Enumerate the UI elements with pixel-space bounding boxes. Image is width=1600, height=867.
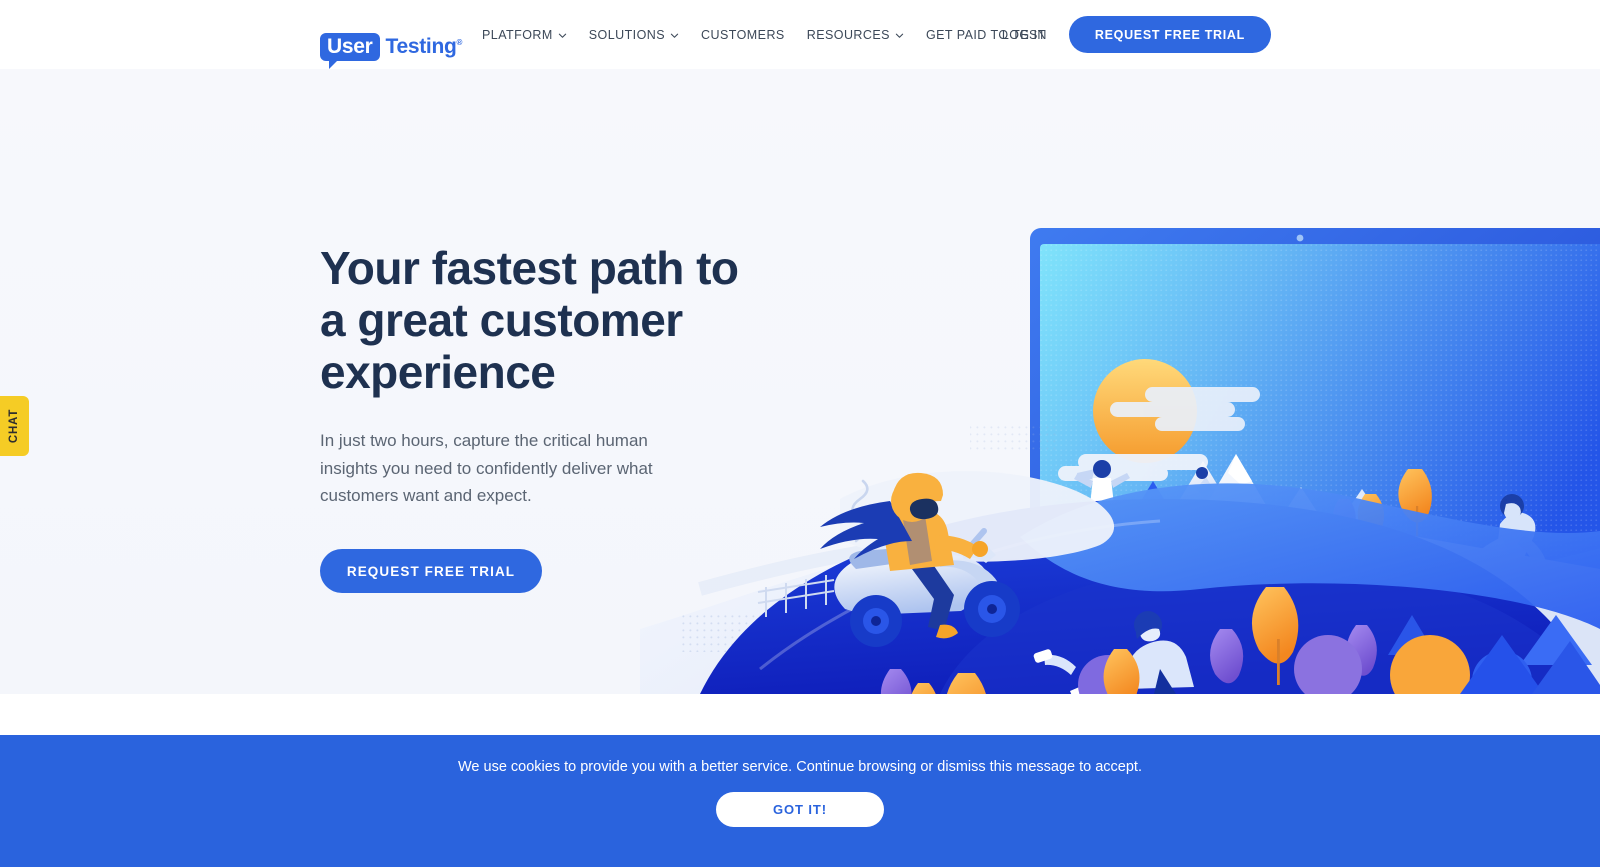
chevron-down-icon xyxy=(558,31,567,40)
hero-title: Your fastest path to a great customer ex… xyxy=(320,242,739,398)
hero-illustration xyxy=(640,69,1600,694)
registered-trademark-icon: ® xyxy=(456,38,463,47)
usertesting-logo[interactable]: User Testing® xyxy=(320,33,463,69)
chat-tab-label: CHAT xyxy=(8,408,21,444)
nav-item-label: PLATFORM xyxy=(482,27,553,42)
page-root: User Testing® PLATFORM SOLUTIONS CUSTOME… xyxy=(0,0,1600,867)
logo-wordmark: Testing® xyxy=(386,36,463,57)
hero-subtitle: In just two hours, capture the critical … xyxy=(320,430,653,506)
cookie-consent-banner: We use cookies to provide you with a bet… xyxy=(0,735,1600,867)
nav-item-label: RESOURCES xyxy=(806,27,890,42)
main-navigation: PLATFORM SOLUTIONS CUSTOMERS RESOURCES G… xyxy=(482,0,1057,69)
chevron-down-icon xyxy=(895,31,904,40)
header-request-free-trial-button[interactable]: REQUEST FREE TRIAL xyxy=(1068,16,1271,53)
hero-copy: Your fastest path to a great customer ex… xyxy=(320,242,750,594)
nav-item-label: SOLUTIONS xyxy=(588,27,666,42)
header-actions: LOG IN REQUEST FREE TRIAL xyxy=(1002,0,1271,69)
nav-item-resources[interactable]: RESOURCES xyxy=(796,0,915,69)
logo-badge: User xyxy=(320,33,380,69)
nav-item-customers[interactable]: CUSTOMERS xyxy=(690,0,796,69)
hero-section: Your fastest path to a great customer ex… xyxy=(0,69,1600,694)
chevron-down-icon xyxy=(670,31,679,40)
cookie-message: We use cookies to provide you with a bet… xyxy=(458,759,1142,775)
cookie-accept-button[interactable]: GOT IT! xyxy=(716,792,884,827)
chat-tab-button[interactable]: CHAT xyxy=(0,396,29,456)
nav-item-platform[interactable]: PLATFORM xyxy=(482,0,578,69)
login-link[interactable]: LOG IN xyxy=(1002,28,1047,42)
nav-item-label: CUSTOMERS xyxy=(701,27,785,42)
section-divider xyxy=(0,694,1600,735)
site-header: User Testing® PLATFORM SOLUTIONS CUSTOME… xyxy=(0,0,1600,69)
hero-request-free-trial-button[interactable]: REQUEST FREE TRIAL xyxy=(320,549,542,594)
logo-word-text: Testing xyxy=(385,35,457,58)
nav-item-solutions[interactable]: SOLUTIONS xyxy=(578,0,690,69)
